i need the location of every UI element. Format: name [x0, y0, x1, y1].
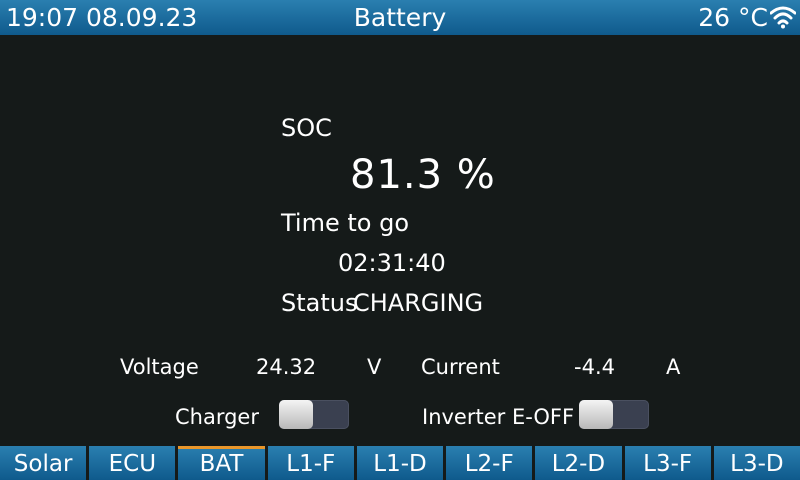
charger-label: Charger	[175, 405, 259, 429]
soc-label: SOC	[281, 114, 332, 142]
voltage-label: Voltage	[120, 355, 199, 379]
charger-toggle[interactable]	[279, 400, 349, 429]
page-title: Battery	[353, 3, 447, 32]
tab-l3-f[interactable]: L3-F	[624, 446, 711, 480]
tab-bat[interactable]: BAT	[178, 446, 265, 480]
tab-ecu[interactable]: ECU	[89, 446, 176, 480]
soc-value: 81.3 %	[350, 152, 496, 198]
voltage-unit: V	[367, 355, 382, 379]
status-label: Status	[281, 289, 358, 317]
tab-l2-f[interactable]: L2-F	[446, 446, 533, 480]
inverter-label: Inverter E-OFF	[422, 405, 575, 429]
tab-solar[interactable]: Solar	[0, 446, 87, 480]
wifi-icon	[770, 6, 796, 29]
header-bar: 19:07 08.09.23 Battery 26 °C	[0, 0, 800, 35]
tab-l1-f[interactable]: L1-F	[267, 446, 354, 480]
temperature-readout: 26 °C	[698, 3, 768, 32]
current-unit: A	[666, 355, 681, 379]
status-value: CHARGING	[353, 289, 484, 317]
current-value: -4.4	[574, 355, 615, 379]
current-label: Current	[421, 355, 500, 379]
time-to-go-value: 02:31:40	[338, 249, 446, 277]
tab-l2-d[interactable]: L2-D	[535, 446, 622, 480]
inverter-toggle[interactable]	[579, 400, 649, 429]
time-to-go-label: Time to go	[281, 209, 410, 237]
charger-toggle-knob	[279, 400, 313, 429]
voltage-value: 24.32	[256, 355, 317, 379]
tab-l3-d[interactable]: L3-D	[713, 446, 800, 480]
bottom-nav: Solar ECU BAT L1-F L1-D L2-F L2-D L3-F L…	[0, 446, 800, 480]
inverter-toggle-knob	[579, 400, 613, 429]
tab-l1-d[interactable]: L1-D	[356, 446, 444, 480]
